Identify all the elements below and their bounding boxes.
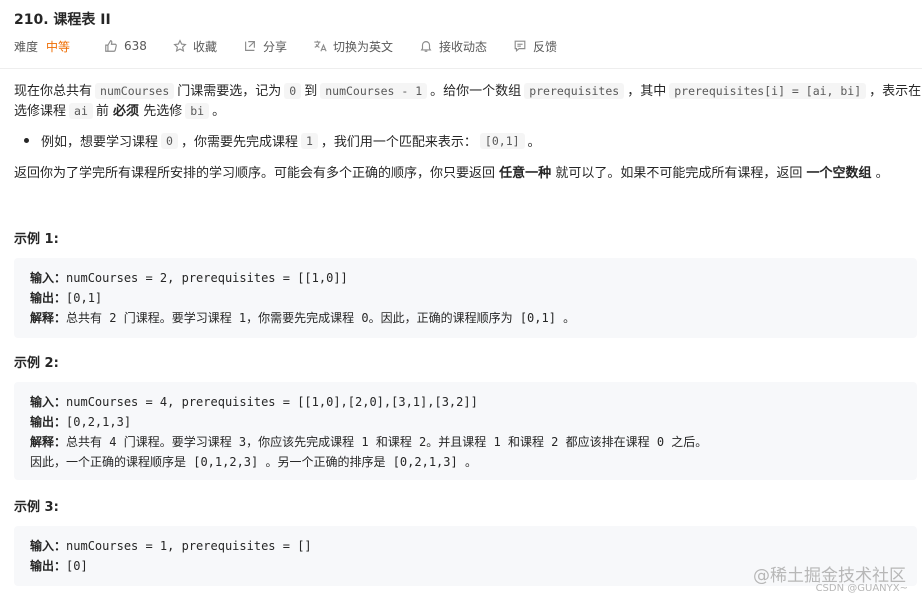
example-bullet: 例如，想要学习课程 0 ，你需要先完成课程 1 ，我们用一个匹配来表示： [0,1]。: [24, 131, 541, 150]
bullet-dot: [24, 138, 29, 143]
text: 先选修: [143, 104, 183, 119]
inline-code: [0,1]: [479, 132, 525, 149]
watermark-sub: CSDN @GUANYX~: [815, 583, 908, 594]
example-input-line: 输入：numCourses = 2, prerequisites = [[1,0…: [30, 268, 348, 288]
feedback-button[interactable]: 反馈: [513, 38, 557, 55]
like-button[interactable]: 638: [104, 39, 147, 53]
star-icon: [173, 39, 187, 53]
text: 门课需要选，记为: [177, 84, 282, 99]
example-3-heading: 示例 3:: [14, 500, 59, 515]
example-2-code-block: 输入：numCourses = 4, prerequisites = [[1,0…: [14, 382, 917, 480]
input-value: numCourses = 1, prerequisites = []: [66, 539, 312, 553]
thumbs-up-icon: [105, 40, 117, 52]
share-icon: [245, 41, 255, 51]
text: 到: [304, 84, 318, 99]
translate-button[interactable]: 切换为英文: [313, 38, 393, 55]
output-value: [0,1]: [66, 291, 103, 305]
text: 。: [875, 166, 889, 181]
bold-text: 必须: [113, 104, 140, 119]
share-label: 分享: [262, 39, 287, 54]
text: 。: [527, 135, 541, 150]
input-value: numCourses = 4, prerequisites = [[1,0],[…: [66, 395, 478, 409]
text: 就可以了。如果不可能完成所有课程，返回: [555, 166, 803, 181]
favorite-button[interactable]: 收藏: [173, 38, 217, 55]
favorite-label: 收藏: [192, 39, 217, 54]
text: ，表示在: [869, 84, 922, 99]
problem-title: 210. 课程表 II: [14, 12, 111, 28]
example-1-heading: 示例 1:: [14, 232, 59, 247]
bell-icon: [420, 41, 432, 52]
example-explain-line: 解释：总共有 4 门课程。要学习课程 3，你应该先完成课程 1 和课程 2。并且…: [30, 432, 707, 452]
explain-label: 解释：: [30, 311, 67, 325]
translate-label: 切换为英文: [332, 39, 393, 54]
inline-code: numCourses - 1: [320, 83, 428, 99]
inline-code: ai: [69, 103, 93, 119]
like-count: 638: [124, 39, 147, 53]
example-explain-line-2: 因此，一个正确的课程顺序是 [0,1,2,3] 。另一个正确的排序是 [0,2,…: [30, 455, 477, 469]
explain-value: 总共有 2 门课程。要学习课程 1，你需要先完成课程 0。因此，正确的课程顺序为…: [66, 311, 576, 325]
inline-code: prerequisites[i] = [ai, bi]: [669, 83, 867, 99]
example-output-line: 输出：[0]: [30, 556, 88, 576]
inline-code: 0: [161, 132, 178, 149]
difficulty-badge: 中等: [46, 39, 71, 54]
example-output-line: 输出：[0,1]: [30, 288, 102, 308]
text: 选修课程: [14, 104, 67, 119]
inline-code: numCourses: [95, 83, 175, 99]
problem-toolbar: 难度 中等 638 收藏 分享 切换为英文 接收动态 反馈: [14, 37, 583, 55]
share-button[interactable]: 分享: [243, 38, 287, 55]
output-label: 输出：: [30, 415, 67, 429]
text: ，其中: [627, 84, 667, 99]
output-label: 输出：: [30, 291, 67, 305]
text: ，我们用一个匹配来表示：: [320, 135, 477, 150]
inline-code: 1: [300, 132, 318, 149]
example-2-heading: 示例 2:: [14, 356, 59, 371]
difficulty-label: 难度: [14, 39, 39, 54]
inline-code: 0: [284, 83, 302, 99]
output-label: 输出：: [30, 559, 67, 573]
input-value: numCourses = 2, prerequisites = [[1,0]]: [66, 271, 348, 285]
feedback-icon: [514, 40, 526, 53]
bold-text: 一个空数组: [806, 166, 872, 181]
notify-label: 接收动态: [438, 39, 487, 54]
inline-code: bi: [185, 103, 210, 119]
example-output-line: 输出：[0,2,1,3]: [30, 412, 131, 432]
translate-icon: [314, 40, 327, 52]
description-paragraph-1-line-2: 选修课程 ai 前 必须 先选修 bi。: [14, 101, 225, 122]
text: 。给你一个数组: [430, 84, 522, 99]
bold-text: 任意一种: [499, 166, 552, 181]
notify-button[interactable]: 接收动态: [419, 38, 487, 55]
text: 例如，想要学习课程: [41, 135, 159, 150]
explain-label: 解释：: [30, 435, 67, 449]
input-label: 输入：: [30, 539, 67, 553]
description-paragraph-2: 返回你为了学完所有课程所安排的学习顺序。可能会有多个正确的顺序，你只要返回 任意…: [14, 163, 889, 184]
text: 现在你总共有: [14, 84, 93, 99]
example-input-line: 输入：numCourses = 1, prerequisites = []: [30, 536, 312, 556]
inline-code: prerequisites: [524, 83, 625, 99]
text: 返回你为了学完所有课程所安排的学习顺序。可能会有多个正确的顺序，你只要返回: [14, 166, 496, 181]
text: ，你需要先完成课程: [180, 135, 298, 150]
header-divider: [0, 68, 922, 69]
explain-value: 总共有 4 门课程。要学习课程 3，你应该先完成课程 1 和课程 2。并且课程 …: [66, 435, 708, 449]
text: 前: [95, 104, 109, 119]
feedback-label: 反馈: [533, 39, 558, 54]
input-label: 输入：: [30, 395, 67, 409]
example-1-code-block: 输入：numCourses = 2, prerequisites = [[1,0…: [14, 258, 917, 338]
output-value: [0,2,1,3]: [66, 415, 132, 429]
example-input-line: 输入：numCourses = 4, prerequisites = [[1,0…: [30, 392, 478, 412]
output-value: [0]: [66, 559, 88, 573]
input-label: 输入：: [30, 271, 67, 285]
text: 。: [212, 104, 226, 119]
example-explain-line: 解释：总共有 2 门课程。要学习课程 1，你需要先完成课程 0。因此，正确的课程…: [30, 308, 575, 328]
description-paragraph-1: 现在你总共有 numCourses 门课需要选，记为 0 到 numCourses - 1…: [14, 81, 921, 102]
